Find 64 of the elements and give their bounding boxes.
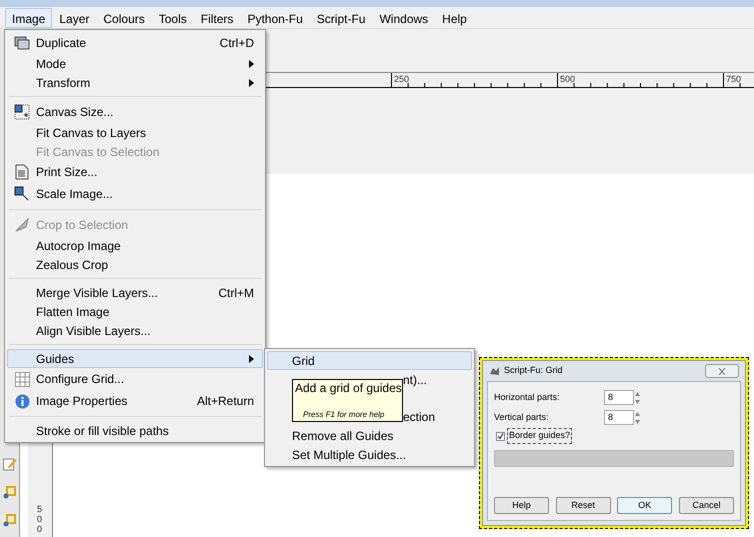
scale-icon xyxy=(14,186,30,202)
menu-bar-item[interactable]: Help xyxy=(435,8,474,28)
layer-anchor-icon xyxy=(2,513,16,527)
spin-field[interactable]: 8 xyxy=(604,390,634,405)
document-icon xyxy=(15,164,29,180)
dialog-title: Script-Fu: Grid xyxy=(504,364,564,378)
spin-arrows-icon[interactable] xyxy=(635,390,640,404)
menu-item[interactable]: Mode xyxy=(7,54,263,73)
menu-bar-item[interactable]: Windows xyxy=(372,8,436,28)
ruler-label: 500 xyxy=(560,74,576,84)
ruler-label: 250 xyxy=(394,74,410,84)
info-icon xyxy=(14,394,30,408)
menu-item[interactable]: Align Visible Layers... xyxy=(7,321,263,340)
submenu-arrow-icon xyxy=(249,78,254,86)
checkbox[interactable] xyxy=(496,432,505,440)
grid-icon xyxy=(14,372,30,386)
close-button[interactable] xyxy=(705,364,739,378)
knife-icon xyxy=(14,217,30,233)
spin-arrows-icon[interactable] xyxy=(635,410,640,424)
menu-item[interactable]: Remove all Guides xyxy=(267,426,472,445)
pencil-icon xyxy=(2,457,16,471)
app-icon xyxy=(489,366,500,376)
menu-item[interactable]: Guides xyxy=(7,349,263,368)
menu-item[interactable]: Set Multiple Guides... xyxy=(267,445,472,464)
close-icon xyxy=(718,368,726,374)
menu-bar-item[interactable]: Image xyxy=(5,8,52,28)
menu-bar-item[interactable]: Python-Fu xyxy=(240,8,310,28)
submenu-arrow-icon xyxy=(249,60,254,68)
menu-item[interactable]: Flatten Image xyxy=(7,302,263,321)
tooltip-hint: Press F1 for more help xyxy=(302,409,386,421)
dialog-button[interactable]: OK xyxy=(617,497,672,514)
menu-item[interactable]: Zealous Crop xyxy=(7,255,263,274)
menu-bar-item[interactable]: Script-Fu xyxy=(310,8,372,28)
spin-field[interactable]: 8 xyxy=(604,410,634,425)
menu-item[interactable]: Merge Visible Layers... Ctrl+M xyxy=(7,283,263,302)
menu-bar-item[interactable]: Colours xyxy=(96,8,152,28)
menu-item[interactable]: Duplicate Ctrl+D xyxy=(7,32,263,54)
menu-bar-item[interactable]: Tools xyxy=(152,8,194,28)
menu-bar-item[interactable]: Filters xyxy=(194,8,240,28)
menu-item[interactable]: Autocrop Image xyxy=(7,236,263,255)
canvas-resize-icon xyxy=(14,104,30,120)
submenu-arrow-icon xyxy=(249,354,254,362)
image-stack-icon xyxy=(14,36,30,50)
menu-item[interactable]: Transform xyxy=(7,73,263,92)
menu-item[interactable]: Scale Image... xyxy=(7,183,263,205)
dialog-button[interactable]: Reset xyxy=(556,497,611,514)
field-label: Horizontal parts: xyxy=(494,390,561,404)
check-icon xyxy=(497,432,504,440)
field-label: Vertical parts: xyxy=(494,410,550,424)
menu-item[interactable]: Fit Canvas to Layers xyxy=(7,123,263,142)
tooltip-text: Add a grid of guides xyxy=(295,380,400,397)
menu-item[interactable]: Print Size... xyxy=(7,161,263,183)
menu-bar-item[interactable]: Layer xyxy=(52,8,96,28)
ruler-label: 500 xyxy=(37,505,44,535)
dialog-button[interactable]: Help xyxy=(494,497,549,514)
dialog-button[interactable]: Cancel xyxy=(678,497,734,514)
menu-item[interactable]: Stroke or fill visible paths xyxy=(7,421,263,440)
menu-item[interactable]: Canvas Size... xyxy=(7,101,263,123)
menu-item[interactable]: Configure Grid... xyxy=(7,368,263,390)
ruler-label: 750 xyxy=(726,74,742,84)
checkbox-label[interactable]: Border guides? xyxy=(507,428,572,444)
layer-anchor-icon xyxy=(2,485,16,499)
menu-item[interactable]: Image Properties Alt+Return xyxy=(7,390,263,412)
menu-item[interactable]: Grid xyxy=(267,351,472,370)
